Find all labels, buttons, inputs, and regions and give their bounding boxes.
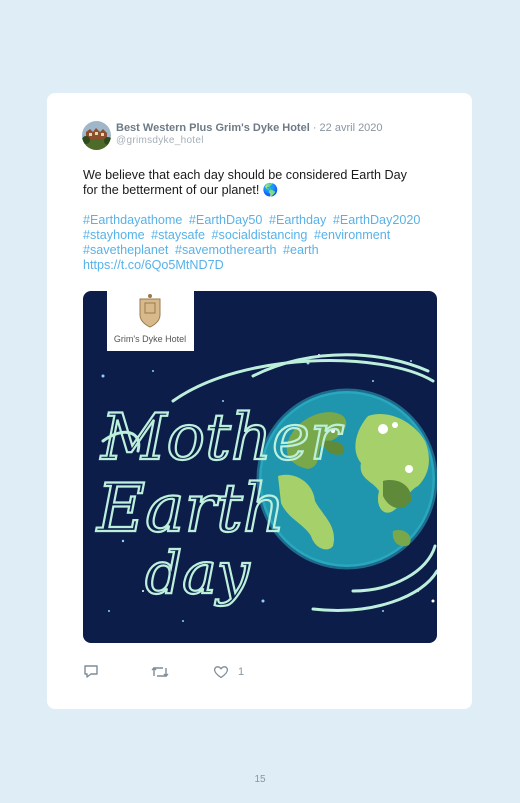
hashtag-block: #Earthdayathome #EarthDay50 #Earthday #E… (83, 213, 443, 273)
hashtag-link[interactable]: #Earthday (269, 213, 326, 227)
heart-icon (213, 665, 229, 678)
hotel-crest-icon (139, 294, 161, 328)
tweet-text-line: for the betterment of our planet! 🌎 (83, 183, 279, 197)
image-title-earth: Earth (96, 470, 285, 547)
hotel-logo-text: Grim's Dyke Hotel (114, 334, 186, 344)
hashtag-link[interactable]: #staysafe (151, 228, 205, 242)
hashtag-link[interactable]: #EarthDay50 (189, 213, 263, 227)
hashtag-link[interactable]: #environment (314, 228, 390, 242)
page-number: 15 (254, 774, 266, 785)
tweet-link[interactable]: https://t.co/6Qo5MtND7D (83, 258, 224, 272)
reply-button[interactable] (83, 664, 99, 679)
tweet-actions: 1 (83, 664, 244, 679)
hashtag-link[interactable]: #savetheplanet (83, 243, 168, 257)
hashtag-link[interactable]: #socialdistancing (212, 228, 308, 242)
author-handle[interactable]: @grimsdyke_hotel (116, 135, 204, 146)
hashtag-link[interactable]: #Earthdayathome (83, 213, 182, 227)
image-title-mother: Mother (100, 401, 344, 475)
hashtag-link[interactable]: #EarthDay2020 (333, 213, 421, 227)
tweet-text-line: We believe that each day should be consi… (83, 168, 407, 182)
author-line: Best Western Plus Grim's Dyke Hotel · 22… (116, 122, 383, 134)
author-name[interactable]: Best Western Plus Grim's Dyke Hotel (116, 122, 310, 134)
like-button[interactable]: 1 (213, 665, 244, 679)
tweet-date[interactable]: · 22 avril 2020 (313, 122, 383, 134)
tweet-image[interactable]: Mother Earth day Grim's Dyke Hotel (83, 291, 437, 643)
retweet-icon (151, 666, 169, 677)
avatar[interactable] (82, 121, 111, 150)
retweet-button[interactable] (151, 665, 169, 679)
image-title-day: day (145, 539, 251, 607)
hashtag-link[interactable]: #earth (283, 243, 319, 257)
tweet-card: Best Western Plus Grim's Dyke Hotel · 22… (47, 93, 472, 709)
like-count: 1 (238, 665, 245, 678)
tweet-text: We believe that each day should be consi… (83, 168, 443, 198)
hashtag-link[interactable]: #savemotherearth (175, 243, 277, 257)
hashtag-link[interactable]: #stayhome (83, 228, 145, 242)
reply-icon (84, 665, 98, 678)
